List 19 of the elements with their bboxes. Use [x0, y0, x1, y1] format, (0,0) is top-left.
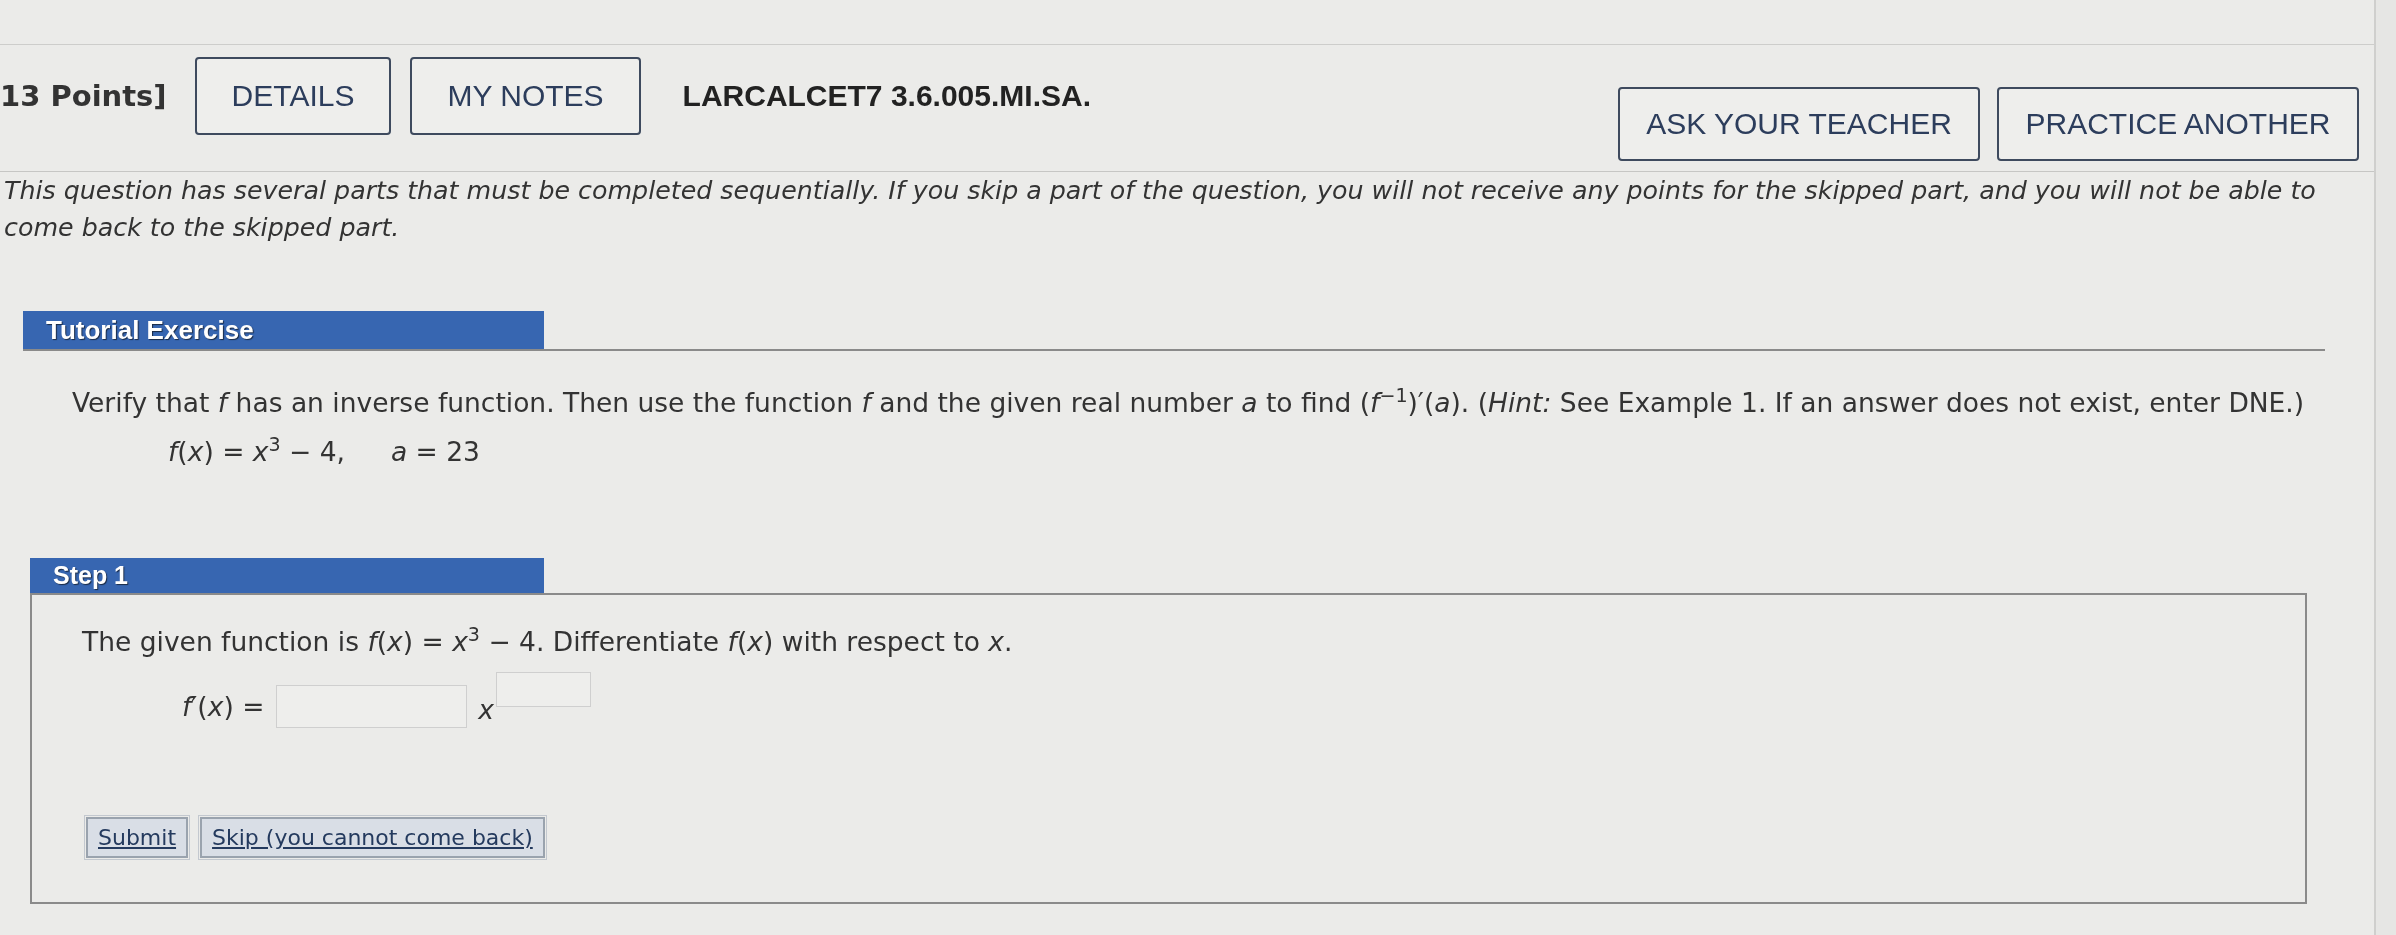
step-title: Step 1 [30, 558, 544, 593]
section-title: Tutorial Exercise [23, 311, 544, 349]
formula-text: a = 23 [390, 435, 480, 469]
header-button[interactable]: MY NOTES [410, 57, 641, 135]
question-id: LARCALCET7 3.6.005.MI.SA. [682, 79, 1091, 113]
answer-field[interactable] [276, 685, 468, 728]
header-button[interactable]: DETAILS [194, 57, 392, 135]
question-text: Verify that f has an inverse function. Then use the function f and the given real number a to find (f$^{−1}$)′(a). (Hint: See Example 1. If an answer does not exist, enter DNE.) [72, 384, 2306, 420]
instructions-text: This question has several parts that must be completed sequentially. If you skip a part of the question, you will not receive any points for the skipped part, and you will not be able to come back to the skipped part. [3, 175, 2317, 244]
skip-button[interactable]: Skip (you cannot come back) [200, 817, 545, 858]
step-instruction: The given function is f(x) = x$^{3}$ − 4. Differentiate f(x) with respect to x. [82, 623, 1014, 659]
answer-label: f′(x) = [182, 690, 265, 724]
action-button[interactable]: ASK YOUR TEACHER [1618, 87, 1980, 161]
action-button[interactable]: PRACTICE ANOTHER [1997, 87, 2359, 161]
points-label: 13 Points] [0, 79, 167, 113]
exponent-field[interactable] [496, 672, 592, 707]
variable-text: x [478, 693, 495, 727]
submit-button[interactable]: Submit [86, 817, 189, 858]
formula-text: f(x) = x$^{3}$ − 4, [168, 433, 345, 469]
